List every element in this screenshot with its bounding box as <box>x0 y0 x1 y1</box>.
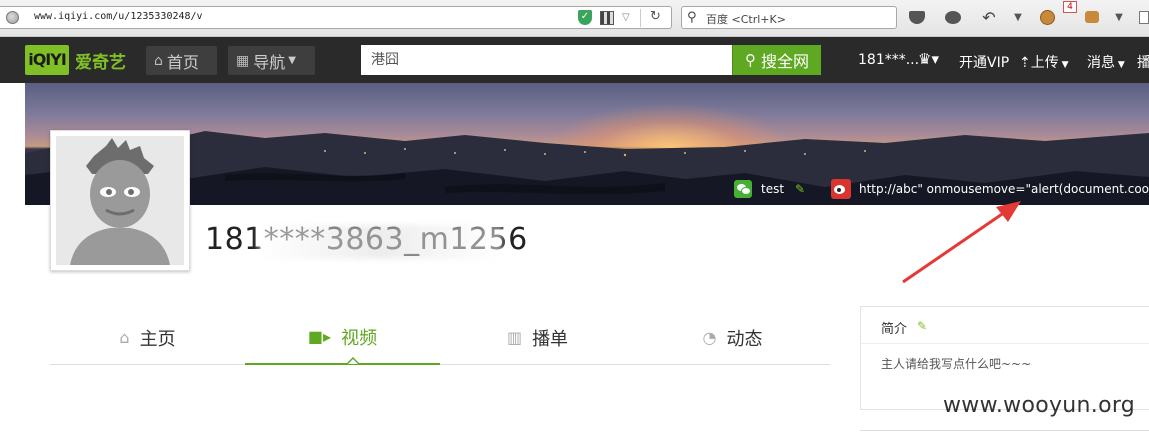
home-icon: ⌂ <box>154 52 163 69</box>
logo-text: 爱奇艺 <box>75 52 126 73</box>
home-button[interactable]: ⌂ 首页 <box>146 46 217 75</box>
default-avatar-image <box>56 136 184 265</box>
cookie-icon[interactable] <box>1038 8 1056 26</box>
book-icon: ▥ <box>506 328 523 347</box>
chevron-down-icon: ▼ <box>288 55 296 66</box>
upload-menu[interactable]: ⇡上传 ▼ <box>1019 52 1069 72</box>
cookie-editor-icon[interactable] <box>1083 8 1101 26</box>
search-icon: ⚲ <box>744 51 756 69</box>
search-all-button[interactable]: ⚲ 搜全网 <box>732 45 821 75</box>
url-text[interactable]: www.iqiyi.com/u/1235330248/v <box>34 11 203 22</box>
divider <box>860 430 1149 431</box>
edit-icon[interactable]: ✎ <box>795 182 805 196</box>
arrow-shaft <box>902 208 1009 284</box>
tab-home[interactable]: ⌂ 主页 <box>50 310 245 365</box>
chevron-down-icon: ▼ <box>1058 60 1069 70</box>
site-search-input[interactable]: 港囧 <box>361 45 732 75</box>
search-placeholder: 百度 <Ctrl+K> <box>706 13 786 26</box>
intro-title: 简介 <box>881 322 908 337</box>
blur-mask <box>258 225 503 259</box>
tab-playlists[interactable]: ▥ 播单 <box>440 310 635 365</box>
dropdown-icon[interactable]: ▽ <box>622 12 630 23</box>
undo-icon[interactable]: ↶ <box>980 8 998 27</box>
weibo-icon[interactable] <box>831 179 851 199</box>
site-header: iQIYI 爱奇艺 ⌂ 首页 ▦ 导航 ▼ 港囧 ⚲ 搜全网 181***...… <box>0 37 1149 83</box>
wechat-account[interactable]: test <box>761 182 784 196</box>
reload-icon[interactable]: ↻ <box>650 9 661 24</box>
wechat-icon[interactable] <box>734 180 752 198</box>
browser-search-input[interactable]: ⚲ 百度 <Ctrl+K> <box>681 6 897 29</box>
grid-icon: ▦ <box>236 52 250 69</box>
chat-icon[interactable] <box>944 8 962 26</box>
active-tab-caret <box>346 357 360 364</box>
tab-label: 动态 <box>726 328 763 350</box>
vip-link[interactable]: 开通VIP <box>959 52 1009 72</box>
iqiyi-logo[interactable]: iQIYI 爱奇艺 <box>25 45 126 75</box>
watermark: www.wooyun.org <box>943 393 1136 418</box>
tab-label: 主页 <box>139 328 176 350</box>
upload-label: 上传 <box>1030 55 1059 71</box>
notification-badge: 4 <box>1063 1 1077 13</box>
tab-label: 播单 <box>532 328 569 350</box>
home-label: 首页 <box>166 52 199 72</box>
tab-label: 视频 <box>341 327 378 349</box>
logo-mark: iQIYI <box>25 45 69 75</box>
nav-label: 导航 <box>253 52 286 72</box>
home-icon: ⌂ <box>119 328 130 347</box>
profile-banner: test ✎ http://abc" onmousemove="alert(do… <box>25 83 1149 205</box>
tab-activity[interactable]: ◔ 动态 <box>635 310 830 365</box>
avatar-silhouette <box>70 138 170 265</box>
nav-button[interactable]: ▦ 导航 ▼ <box>228 46 315 75</box>
crown-icon[interactable]: ♛▾ <box>918 50 939 68</box>
shield-icon[interactable]: ✓ <box>578 10 592 25</box>
edit-icon[interactable]: ✎ <box>917 319 927 333</box>
page-icon[interactable] <box>1135 8 1149 26</box>
profile-tabs: ⌂ 主页 ■▸ 视频 ▥ 播单 ◔ 动态 <box>50 310 830 365</box>
chevron-down-icon: ▼ <box>1115 60 1125 70</box>
search-all-label: 搜全网 <box>760 52 809 71</box>
messages-label: 消息 <box>1087 55 1115 71</box>
user-menu[interactable]: 181***... <box>858 52 919 68</box>
divider <box>861 343 1149 344</box>
weibo-account[interactable]: http://abc" onmousemove="alert(document.… <box>859 182 1149 196</box>
chevron-down-icon[interactable]: ▼ <box>1110 8 1128 26</box>
avatar[interactable] <box>50 130 190 271</box>
video-icon: ■▸ <box>307 327 332 346</box>
tab-videos[interactable]: ■▸ 视频 <box>245 310 440 365</box>
intro-text: 主人请给我写点什么吧~~~ <box>881 357 1032 371</box>
qr-code-icon[interactable] <box>600 11 614 25</box>
clock-icon: ◔ <box>702 328 717 347</box>
pocket-icon[interactable] <box>908 8 926 26</box>
divider <box>640 9 641 27</box>
browser-toolbar: www.iqiyi.com/u/1235330248/v ✓ ▽ ↻ ⚲ 百度 … <box>0 0 1149 37</box>
search-icon: ⚲ <box>687 10 697 25</box>
messages-menu[interactable]: 消息 ▼ <box>1087 52 1125 72</box>
globe-icon <box>6 11 19 24</box>
more-link[interactable]: 播 <box>1137 52 1149 72</box>
url-bar[interactable]: www.iqiyi.com/u/1235330248/v ✓ ▽ ↻ <box>0 6 672 29</box>
upload-icon: ⇡ <box>1019 55 1031 71</box>
chevron-down-icon[interactable]: ▼ <box>1009 8 1027 26</box>
